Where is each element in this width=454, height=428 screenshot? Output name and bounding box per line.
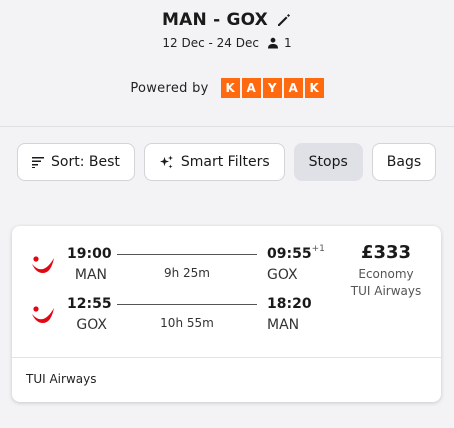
arrival-time: 18:20: [267, 296, 312, 312]
return-leg: 12:55 GOX 10h 55m 18:20 MAN: [12, 295, 342, 337]
bags-filter-button[interactable]: Bags: [371, 143, 437, 181]
departure-time: 12:55: [67, 296, 112, 312]
flight-line: [117, 304, 257, 305]
logo-letter: Y: [262, 78, 282, 98]
passenger-count: 1: [283, 36, 292, 50]
logo-letter: A: [283, 78, 303, 98]
trip-dates: 12 Dec - 24 Dec: [162, 36, 259, 50]
carrier-name: TUI Airways: [350, 284, 422, 298]
route-row: MAN - GOX: [0, 10, 454, 30]
flight-duration: 10h 55m: [160, 316, 214, 330]
stops-label: Stops: [308, 154, 348, 170]
route-title: MAN - GOX: [162, 10, 268, 30]
smart-filters-button[interactable]: Smart Filters: [143, 143, 285, 181]
price-block: £333 Economy TUI Airways: [331, 242, 441, 298]
search-header: MAN - GOX 12 Dec - 24 Dec 1 Powered by K…: [0, 0, 454, 127]
price: £333: [360, 242, 412, 263]
sort-label: Sort: Best: [51, 154, 120, 170]
pencil-icon[interactable]: [276, 12, 292, 28]
logo-letter: K: [220, 78, 240, 98]
logo-letter: A: [241, 78, 261, 98]
kayak-logo: K A Y A K: [220, 78, 324, 98]
bags-label: Bags: [386, 154, 422, 170]
smart-filters-label: Smart Filters: [180, 154, 270, 170]
tui-smile-logo: [32, 306, 54, 323]
trip-meta: 12 Dec - 24 Dec 1: [0, 36, 454, 50]
stops-filter-button[interactable]: Stops: [293, 143, 363, 181]
logo-letter: K: [304, 78, 324, 98]
day-offset: +1: [311, 244, 325, 254]
powered-by-label: Powered by: [130, 80, 209, 96]
departure-airport: GOX: [76, 317, 107, 333]
sparkle-icon: [159, 155, 173, 168]
flight-duration: 9h 25m: [163, 266, 210, 280]
outbound-leg: 19:00 MAN 9h 25m 09:55+1 GOX: [12, 244, 342, 287]
arrival-time: 09:55+1: [267, 244, 325, 262]
arrival-airport: GOX: [267, 267, 298, 283]
filter-bar: Sort: Best Smart Filters Stops Bags: [17, 143, 437, 181]
person-icon: [267, 37, 278, 49]
powered-by: Powered by K A Y A K: [0, 78, 454, 98]
card-footer-airline: TUI Airways: [26, 372, 97, 386]
cabin-class: Economy: [358, 267, 414, 281]
flight-result-card[interactable]: 19:00 MAN 9h 25m 09:55+1 GOX 12:55 GOX 1…: [12, 226, 441, 402]
sort-icon: [32, 157, 44, 168]
departure-time: 19:00: [67, 246, 112, 262]
divider: [12, 357, 441, 358]
tui-smile-logo: [32, 256, 54, 273]
flight-line: [117, 254, 257, 255]
sort-button[interactable]: Sort: Best: [17, 143, 135, 181]
arrival-airport: MAN: [267, 317, 300, 333]
departure-airport: MAN: [74, 267, 107, 283]
